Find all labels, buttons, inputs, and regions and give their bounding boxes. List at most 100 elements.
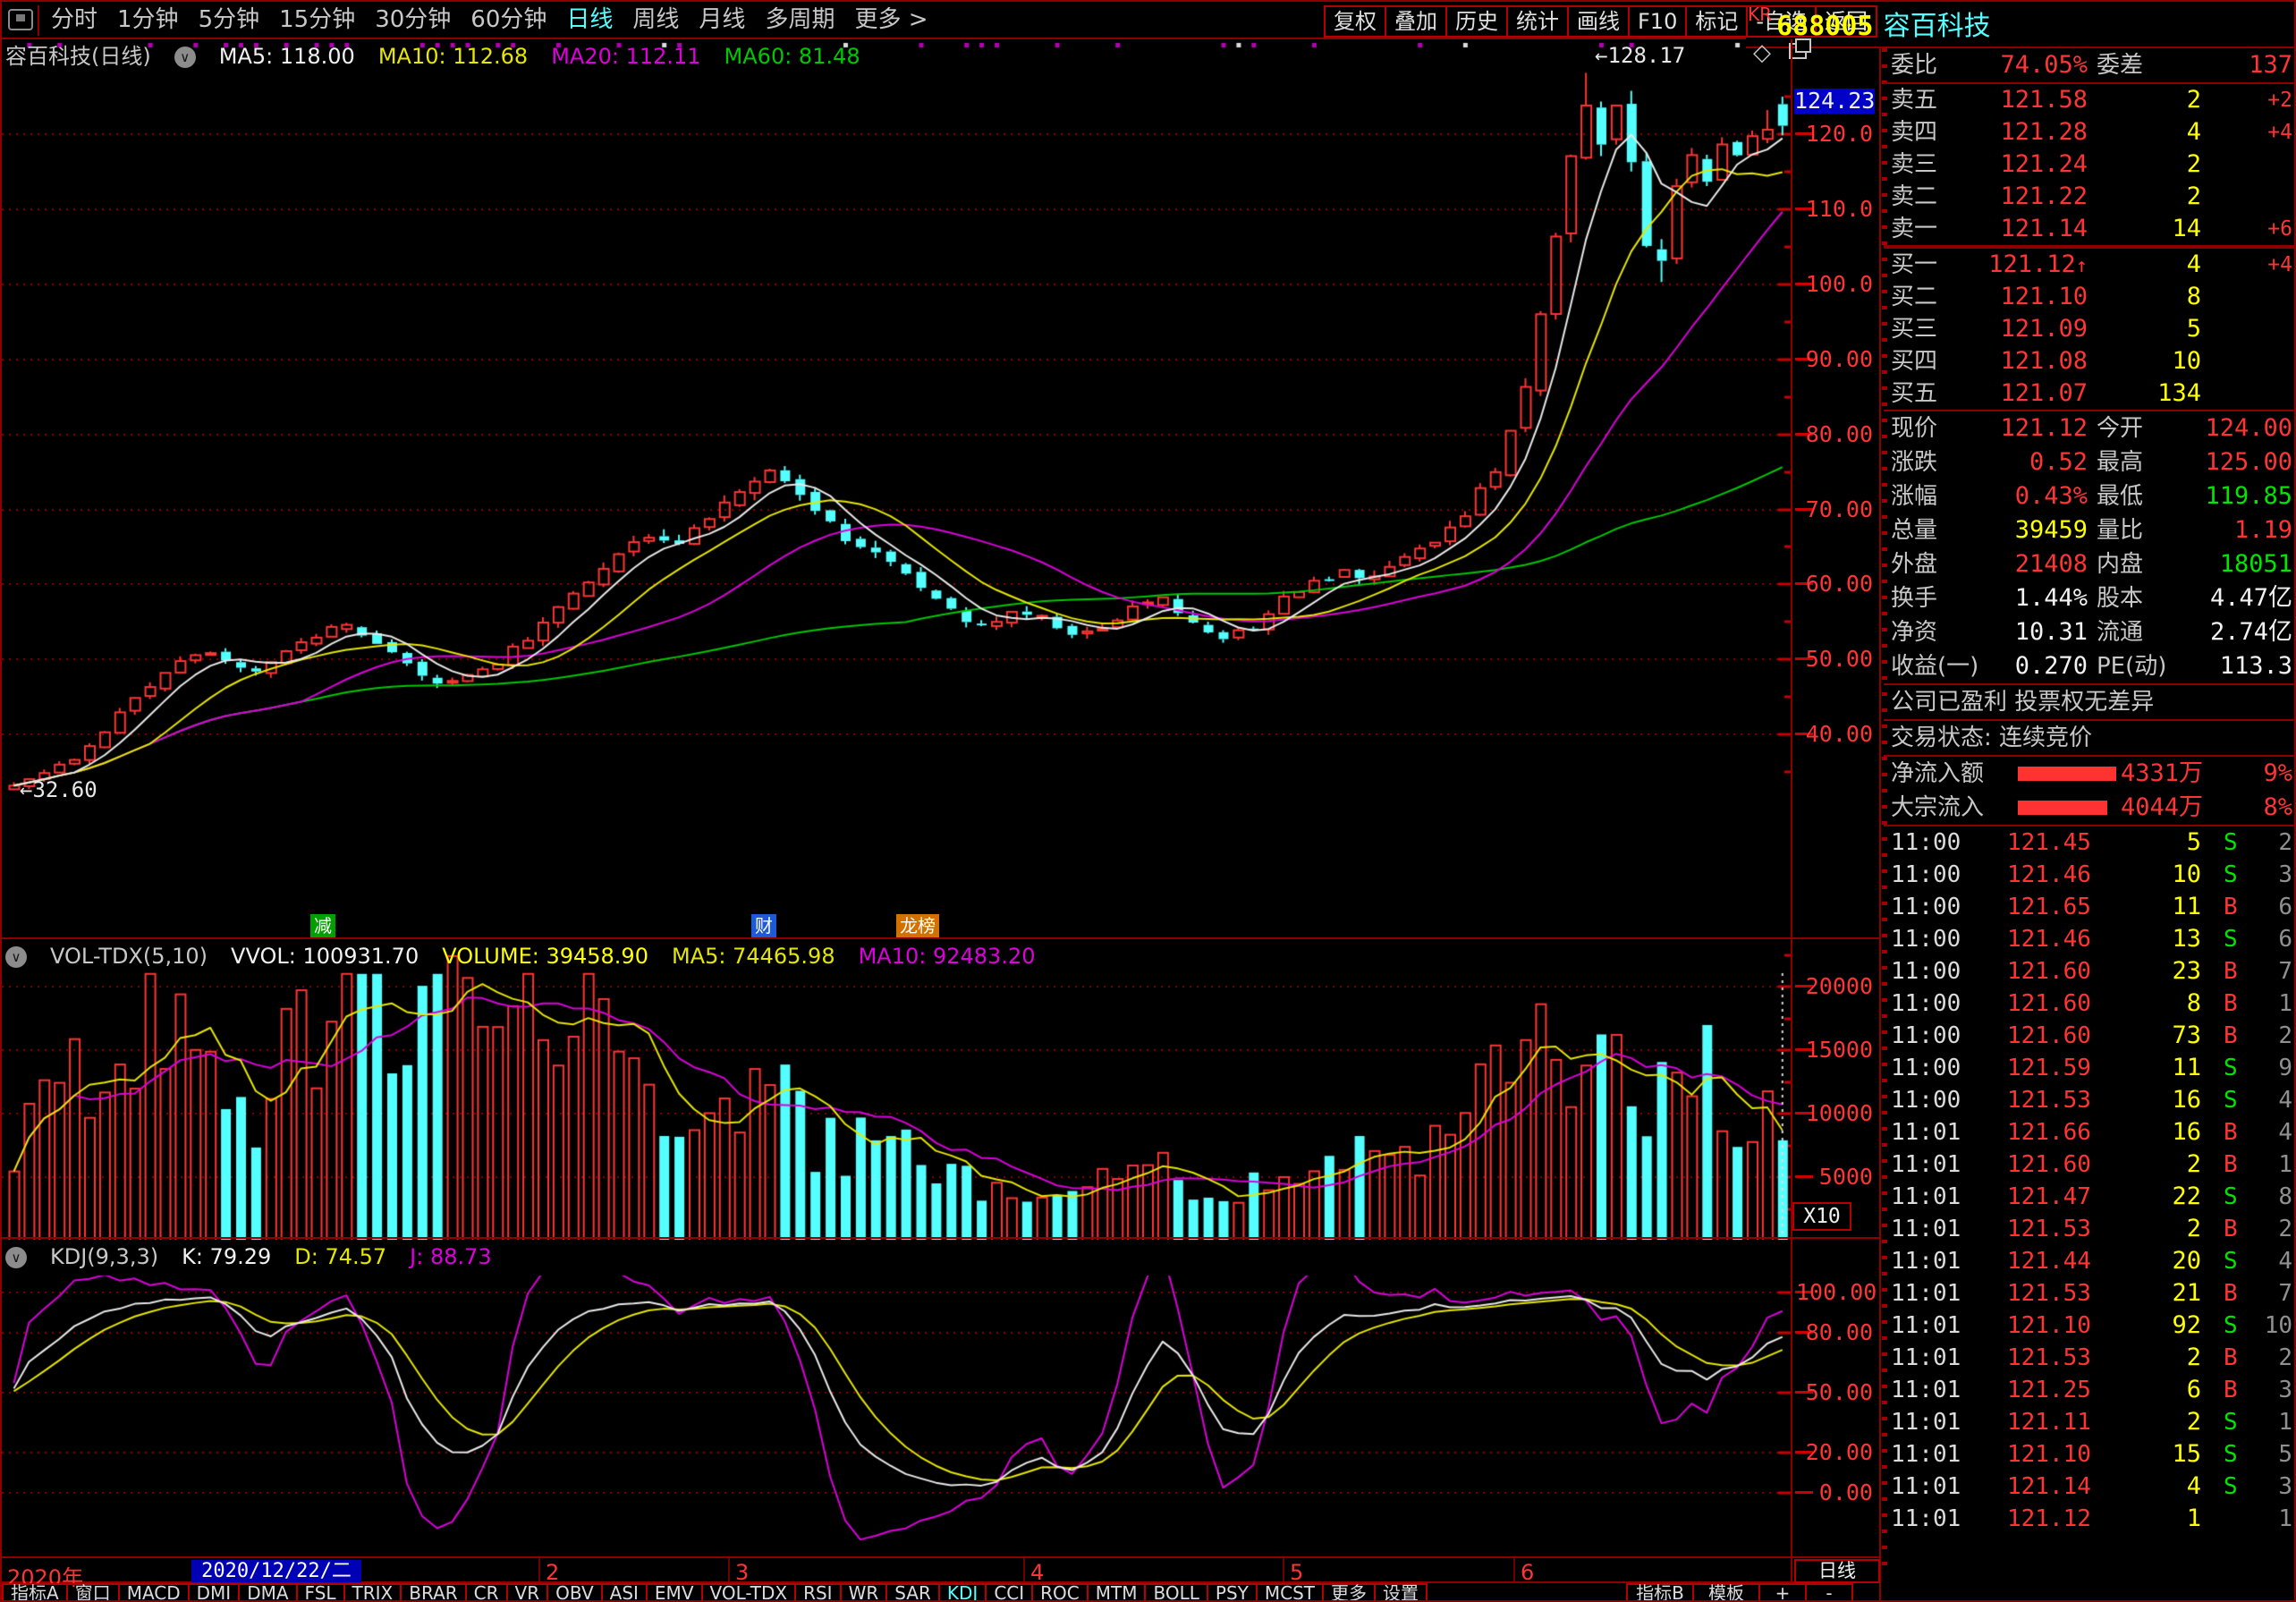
- toolbar-item-更多[interactable]: 更多: [1322, 1583, 1376, 1602]
- stock-title: KR 688005 容百科技: [1748, 4, 1991, 43]
- topbar-button-历史[interactable]: 历史: [1445, 5, 1508, 38]
- indicator-value: MA10: 112.68: [378, 44, 528, 69]
- menu-item-60分钟[interactable]: 60分钟: [470, 2, 546, 38]
- menu-item-5分钟[interactable]: 5分钟: [199, 2, 260, 38]
- chevron-down-icon[interactable]: ∨: [5, 946, 27, 968]
- menu-item-月线[interactable]: 月线: [699, 2, 745, 38]
- toolbar-item-DMA[interactable]: DMA: [238, 1583, 297, 1602]
- period-menu: 分时 1分钟 5分钟 15分钟 30分钟 60分钟日线周线月线多周期更多 >: [41, 2, 938, 38]
- ask-row[interactable]: 卖二121.222: [1884, 181, 2296, 213]
- toolbar-item-TRIX[interactable]: TRIX: [343, 1583, 402, 1602]
- stat-row: 外盘21408内盘18051: [1884, 547, 2296, 581]
- indicator-value: MA60: 81.48: [724, 44, 860, 69]
- toolbar-item-VOL-TDX[interactable]: VOL-TDX: [701, 1583, 797, 1602]
- chart-title: 容百科技(日线): [5, 44, 151, 69]
- tick-row: 11:00121.5316S4: [1884, 1084, 2296, 1116]
- month-tick: [728, 1558, 730, 1581]
- toolbar-item-指标A[interactable]: 指标A: [2, 1583, 68, 1602]
- window-icon[interactable]: [8, 9, 33, 30]
- indicator-value: KDJ(9,3,3): [50, 1244, 158, 1269]
- menu-item-30分钟[interactable]: 30分钟: [375, 2, 451, 38]
- toolbar-item-BOLL[interactable]: BOLL: [1144, 1583, 1207, 1602]
- chevron-down-icon[interactable]: ∨: [174, 47, 196, 68]
- toolbar-item-FSL[interactable]: FSL: [296, 1583, 345, 1602]
- axis-label: 15000: [1796, 1037, 1873, 1063]
- tick-list[interactable]: 11:00121.455S211:00121.4610S311:00121.65…: [1884, 826, 2296, 1535]
- diamond-icon[interactable]: ◇: [1753, 39, 1771, 66]
- topbar-button-画线[interactable]: 画线: [1567, 5, 1630, 38]
- tick-row: 11:00121.608B1: [1884, 987, 2296, 1020]
- bid-row[interactable]: 买四121.0810: [1884, 345, 2296, 377]
- toolbar-item-CCI[interactable]: CCI: [985, 1583, 1033, 1602]
- toolbar-item-CR[interactable]: CR: [465, 1583, 508, 1602]
- divider: [38, 5, 39, 36]
- ask-row[interactable]: 卖三121.242: [1884, 148, 2296, 181]
- toolbar-item-MACD[interactable]: MACD: [118, 1583, 190, 1602]
- selected-date-label[interactable]: 2020/12/22/二: [191, 1560, 361, 1582]
- stat-row: 涨幅0.43%最低119.85: [1884, 479, 2296, 513]
- axis-label: 10000: [1796, 1100, 1873, 1126]
- toolbar-item-设置[interactable]: 设置: [1374, 1583, 1428, 1602]
- topbar-button-复权[interactable]: 复权: [1324, 5, 1386, 38]
- bid-row[interactable]: 买一121.12↑4+4: [1884, 249, 2296, 281]
- stat-row: 现价121.12今开124.00: [1884, 411, 2296, 445]
- bid-row[interactable]: 买五121.07134: [1884, 377, 2296, 410]
- tick-row: 11:00121.455S2: [1884, 826, 2296, 859]
- toolbar-item-BRAR[interactable]: BRAR: [400, 1583, 466, 1602]
- menu-item-分时[interactable]: 分时: [51, 2, 97, 38]
- indicator-toolbar-right: 指标B模板+-: [1628, 1583, 1853, 1602]
- month-label: 3: [735, 1560, 749, 1585]
- menu-item-1分钟[interactable]: 1分钟: [117, 2, 179, 38]
- period-label-box[interactable]: 日线: [1794, 1559, 1880, 1583]
- toolbar-item-ASI[interactable]: ASI: [601, 1583, 648, 1602]
- event-badge[interactable]: 减: [310, 914, 335, 937]
- tick-row: 11:00121.6511B6: [1884, 891, 2296, 923]
- toolbar-item-SAR[interactable]: SAR: [885, 1583, 940, 1602]
- indicator-value: MA20: 112.11: [551, 44, 700, 69]
- ask-row[interactable]: 卖一121.1414+6: [1884, 213, 2296, 245]
- month-tick: [538, 1558, 540, 1581]
- candlestick-chart-canvas[interactable]: [2, 2, 1880, 1602]
- ask-row[interactable]: 卖五121.582+2: [1884, 84, 2296, 116]
- toolbar-item-RSI[interactable]: RSI: [794, 1583, 842, 1602]
- toolbar-item-OBV[interactable]: OBV: [546, 1583, 603, 1602]
- topbar-button-统计[interactable]: 统计: [1506, 5, 1569, 38]
- tick-row: 11:01121.4722S8: [1884, 1181, 2296, 1213]
- toolbar-item-KDJ[interactable]: KDJ: [938, 1583, 987, 1602]
- toolbar-item-DMI[interactable]: DMI: [188, 1583, 241, 1602]
- event-badge[interactable]: 财: [751, 914, 776, 937]
- menu-item-日线[interactable]: 日线: [566, 2, 613, 38]
- company-status: 公司已盈利 投票权无差异: [1884, 685, 2296, 721]
- toolbar-item-模板[interactable]: 模板: [1692, 1583, 1760, 1602]
- toolbar-item-窗口[interactable]: 窗口: [66, 1583, 120, 1602]
- menu-item-多周期[interactable]: 多周期: [765, 2, 835, 38]
- bid-row[interactable]: 买三121.095: [1884, 313, 2296, 345]
- toolbar-item-MCST[interactable]: MCST: [1256, 1583, 1324, 1602]
- toolbar-item-指标B[interactable]: 指标B: [1626, 1583, 1694, 1602]
- ask-row[interactable]: 卖四121.284+4: [1884, 116, 2296, 148]
- toolbar-item-EMV[interactable]: EMV: [646, 1583, 703, 1602]
- axis-label: 60.00: [1796, 571, 1873, 597]
- toolbar-item-VR[interactable]: VR: [506, 1583, 549, 1602]
- chevron-down-icon[interactable]: ∨: [5, 1247, 27, 1268]
- menu-item-15分钟[interactable]: 15分钟: [279, 2, 355, 38]
- menu-item-周线[interactable]: 周线: [632, 2, 679, 38]
- trading-status: 交易状态: 连续竞价: [1884, 721, 2296, 757]
- stat-row: 总量39459量比1.19: [1884, 513, 2296, 547]
- topbar-button-标记[interactable]: 标记: [1685, 5, 1748, 38]
- toolbar-item-+[interactable]: +: [1758, 1583, 1807, 1602]
- topbar-button-F10[interactable]: F10: [1628, 5, 1687, 38]
- month-tick: [1023, 1558, 1025, 1581]
- toolbar-item-WR[interactable]: WR: [840, 1583, 888, 1602]
- event-badge[interactable]: 龙榜: [896, 914, 939, 937]
- topbar-button-叠加[interactable]: 叠加: [1385, 5, 1447, 38]
- toolbar-item-ROC[interactable]: ROC: [1031, 1583, 1089, 1602]
- flow-bar: [2018, 767, 2116, 781]
- menu-item-更多 >[interactable]: 更多 >: [854, 2, 928, 38]
- bid-row[interactable]: 买二121.108: [1884, 281, 2296, 313]
- toolbar-item-MTM[interactable]: MTM: [1087, 1583, 1147, 1602]
- toolbar-item--[interactable]: -: [1805, 1583, 1853, 1602]
- tick-row: 11:01121.112S1: [1884, 1406, 2296, 1438]
- indicator-value: VOLUME: 39458.90: [442, 944, 648, 969]
- toolbar-item-PSY[interactable]: PSY: [1207, 1583, 1258, 1602]
